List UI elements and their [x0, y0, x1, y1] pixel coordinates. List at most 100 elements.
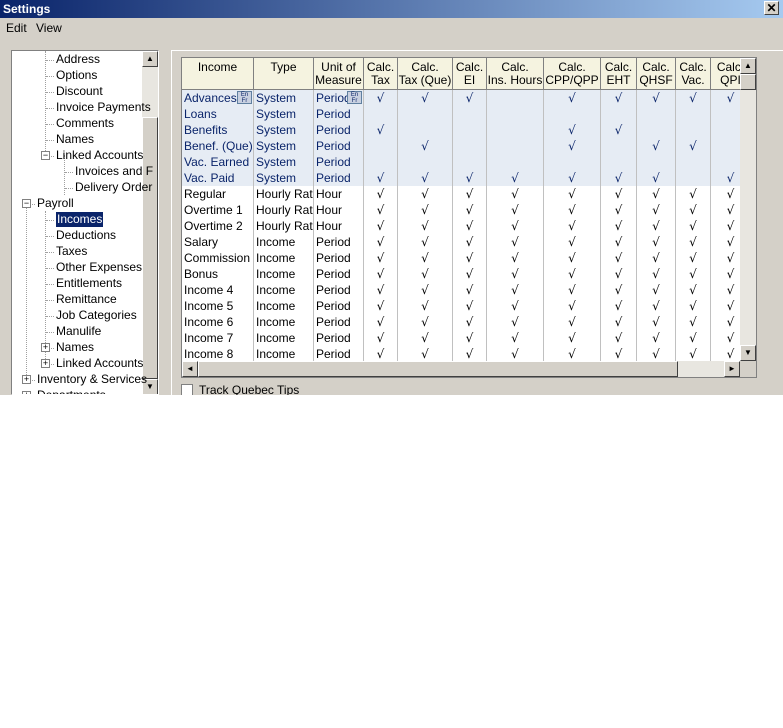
column-header-2[interactable]: Unit of Measure — [314, 58, 364, 90]
check-icon[interactable]: √ — [544, 218, 601, 234]
check-icon[interactable]: √ — [637, 250, 676, 266]
en-fr-icon[interactable]: En Fr — [347, 91, 362, 104]
check-icon[interactable] — [487, 138, 544, 154]
check-icon[interactable]: √ — [453, 186, 487, 202]
check-icon[interactable]: √ — [601, 266, 637, 282]
check-icon[interactable]: √ — [364, 218, 398, 234]
tree-item-deductions[interactable]: Deductions — [56, 228, 116, 243]
cell-income[interactable]: Benefits — [182, 122, 254, 138]
cell-type[interactable]: Income — [254, 298, 314, 314]
cell-type[interactable]: System — [254, 170, 314, 186]
check-icon[interactable]: √ — [453, 170, 487, 186]
column-header-10[interactable]: Calc. Vac. — [676, 58, 711, 90]
check-icon[interactable]: √ — [544, 202, 601, 218]
cell-type[interactable]: Hourly Rate — [254, 218, 314, 234]
check-icon[interactable] — [676, 170, 711, 186]
tree-item-linked-accounts[interactable]: Linked Accounts — [56, 356, 143, 371]
check-icon[interactable]: √ — [544, 298, 601, 314]
check-icon[interactable]: √ — [676, 298, 711, 314]
cell-unit[interactable]: Period — [314, 346, 364, 362]
en-fr-icon[interactable]: En Fr — [237, 91, 252, 104]
check-icon[interactable]: √ — [364, 346, 398, 362]
table-row[interactable]: Benefits System Period √ √ √ — [182, 122, 756, 138]
check-icon[interactable]: √ — [637, 330, 676, 346]
check-icon[interactable]: √ — [453, 250, 487, 266]
collapse-icon[interactable]: − — [41, 151, 50, 160]
check-icon[interactable]: √ — [601, 330, 637, 346]
cell-type[interactable]: System — [254, 138, 314, 154]
expand-icon[interactable]: + — [41, 343, 50, 352]
check-icon[interactable] — [398, 122, 453, 138]
cell-type[interactable]: System — [254, 122, 314, 138]
scroll-up-icon[interactable]: ▲ — [142, 51, 158, 67]
check-icon[interactable]: √ — [637, 138, 676, 154]
table-row[interactable]: Income 7 Income Period √ √ √ √ √ √ √ √ √ — [182, 330, 756, 346]
cell-income[interactable]: Regular — [182, 186, 254, 202]
tree-item-address[interactable]: Address — [56, 52, 100, 67]
check-icon[interactable]: √ — [364, 314, 398, 330]
check-icon[interactable] — [364, 154, 398, 170]
check-icon[interactable]: √ — [364, 186, 398, 202]
cell-unit[interactable]: Period — [314, 170, 364, 186]
cell-income[interactable]: Vac. Earned — [182, 154, 254, 170]
check-icon[interactable] — [398, 106, 453, 122]
check-icon[interactable]: √ — [601, 250, 637, 266]
close-icon[interactable]: ✕ — [764, 1, 779, 15]
cell-type[interactable]: Hourly Rate — [254, 186, 314, 202]
table-row[interactable]: Commission Income Period √ √ √ √ √ √ √ √ √ — [182, 250, 756, 266]
cell-unit[interactable]: Period — [314, 314, 364, 330]
cell-unit[interactable]: Period — [314, 122, 364, 138]
check-icon[interactable]: √ — [601, 314, 637, 330]
check-icon[interactable]: √ — [453, 234, 487, 250]
check-icon[interactable]: √ — [398, 170, 453, 186]
cell-unit[interactable]: Period — [314, 282, 364, 298]
check-icon[interactable]: √ — [487, 218, 544, 234]
grid-horizontal-scrollbar[interactable]: ◄ ► — [182, 361, 740, 377]
check-icon[interactable] — [637, 154, 676, 170]
table-row[interactable]: Advances En Fr System Period En Fr √ √ √ √ √ √ √ √ — [182, 90, 756, 106]
check-icon[interactable]: √ — [544, 170, 601, 186]
cell-unit[interactable]: Period — [314, 266, 364, 282]
menu-edit[interactable]: Edit — [6, 21, 27, 35]
check-icon[interactable] — [676, 154, 711, 170]
cell-unit[interactable]: Period — [314, 106, 364, 122]
tree-item-comments[interactable]: Comments — [56, 116, 114, 131]
check-icon[interactable]: √ — [544, 90, 601, 106]
check-icon[interactable]: √ — [487, 266, 544, 282]
column-header-3[interactable]: Calc. Tax — [364, 58, 398, 90]
check-icon[interactable] — [364, 106, 398, 122]
check-icon[interactable]: √ — [453, 266, 487, 282]
check-icon[interactable]: √ — [364, 234, 398, 250]
check-icon[interactable]: √ — [364, 282, 398, 298]
check-icon[interactable] — [676, 106, 711, 122]
cell-unit[interactable]: Period — [314, 250, 364, 266]
check-icon[interactable]: √ — [364, 202, 398, 218]
table-row[interactable]: Regular Hourly Rate Hour √ √ √ √ √ √ √ √ √ — [182, 186, 756, 202]
table-row[interactable]: Vac. Earned System Period — [182, 154, 756, 170]
cell-income[interactable]: Income 5 — [182, 298, 254, 314]
check-icon[interactable] — [487, 154, 544, 170]
check-icon[interactable]: √ — [544, 346, 601, 362]
check-icon[interactable]: √ — [364, 170, 398, 186]
cell-income[interactable]: Loans — [182, 106, 254, 122]
grid-hscroll-thumb[interactable] — [198, 361, 678, 377]
cell-income[interactable]: Income 6 — [182, 314, 254, 330]
column-header-6[interactable]: Calc. Ins. Hours — [487, 58, 544, 90]
cell-income[interactable]: Income 8 — [182, 346, 254, 362]
cell-income[interactable]: Income 4 — [182, 282, 254, 298]
check-icon[interactable]: √ — [601, 122, 637, 138]
tree-item-manulife[interactable]: Manulife — [56, 324, 101, 339]
grid-vertical-scrollbar[interactable]: ▲ ▼ — [740, 58, 756, 361]
tree-item-names[interactable]: Names — [56, 340, 94, 355]
tree-item-other-expenses[interactable]: Other Expenses — [56, 260, 142, 275]
check-icon[interactable]: √ — [487, 186, 544, 202]
check-icon[interactable]: √ — [676, 218, 711, 234]
expand-icon[interactable]: + — [41, 359, 50, 368]
menu-view[interactable]: View — [36, 21, 62, 35]
check-icon[interactable] — [544, 106, 601, 122]
cell-type[interactable]: Income — [254, 266, 314, 282]
expand-icon[interactable]: + — [22, 375, 31, 384]
check-icon[interactable]: √ — [544, 314, 601, 330]
check-icon[interactable]: √ — [544, 234, 601, 250]
table-row[interactable]: Benef. (Que) System Period √ √ √ √ — [182, 138, 756, 154]
